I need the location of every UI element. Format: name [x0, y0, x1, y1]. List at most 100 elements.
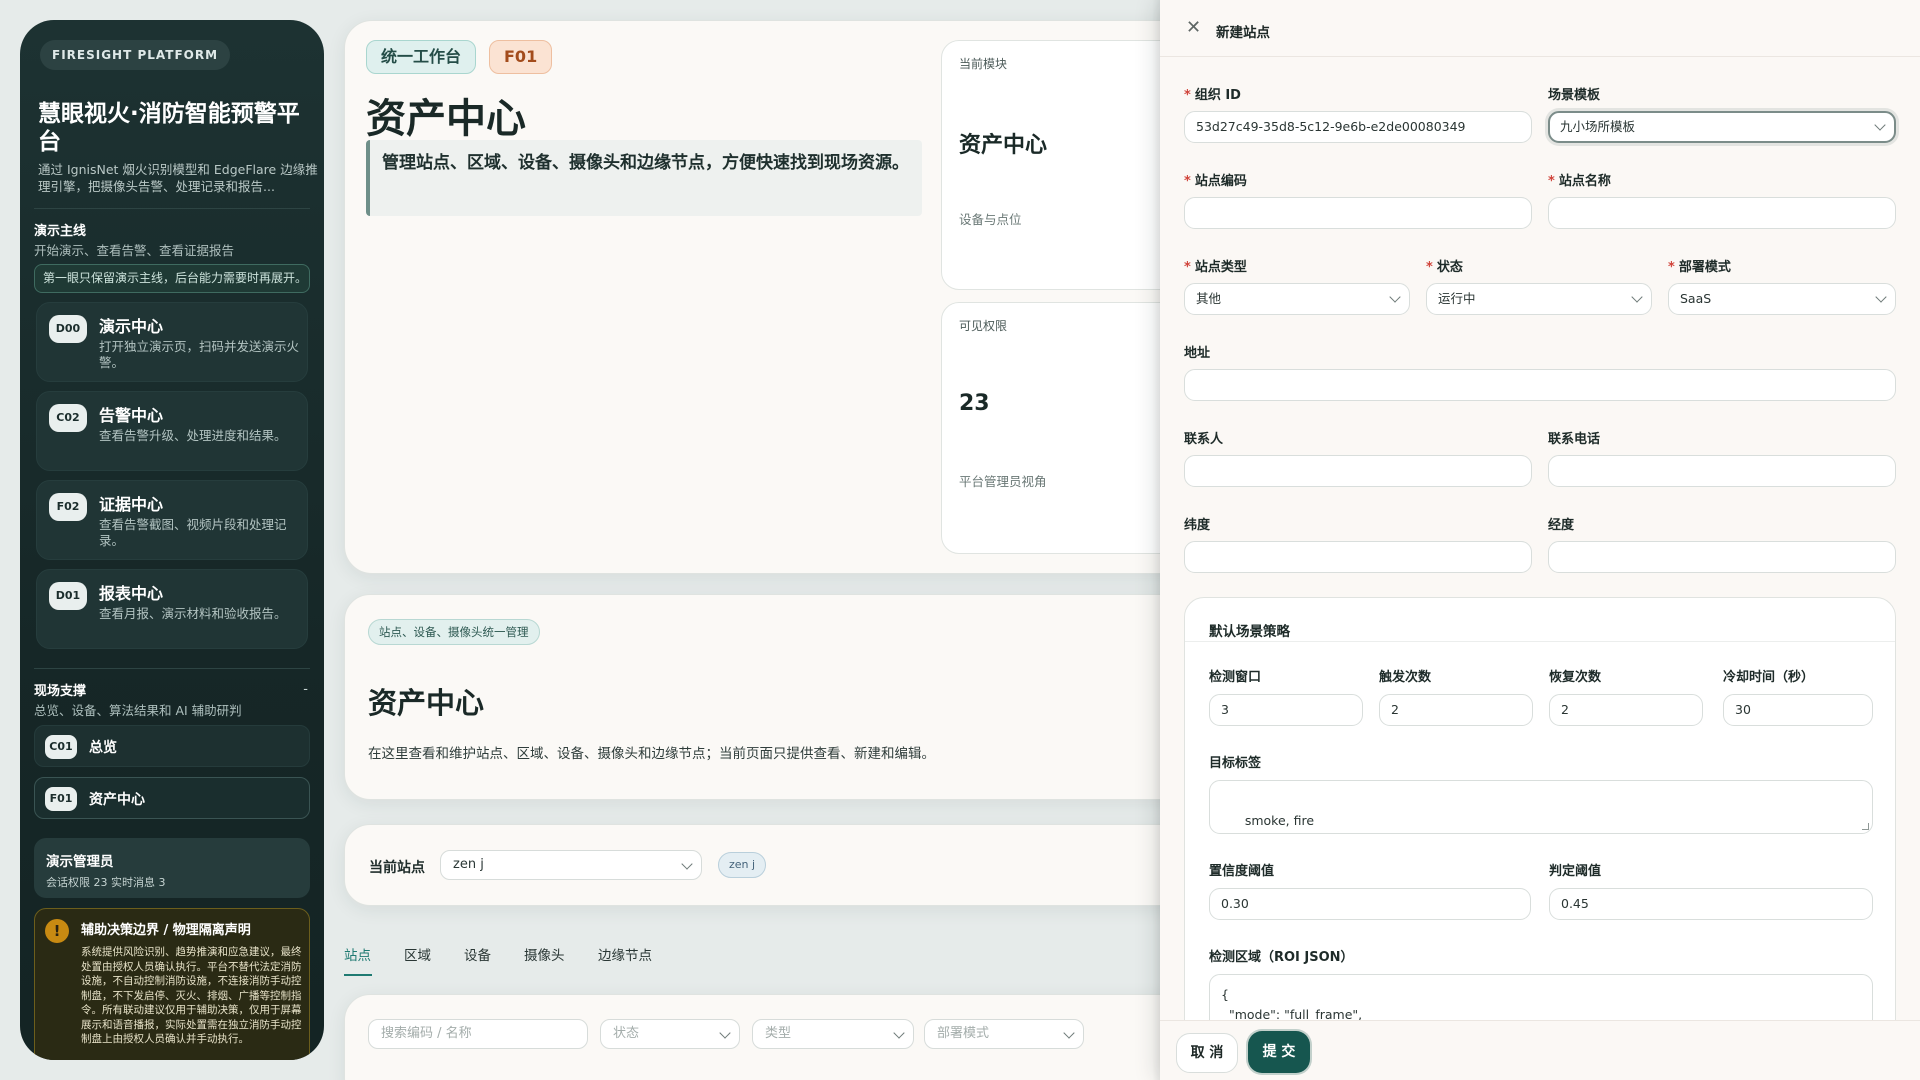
chevron-down-icon [719, 1027, 731, 1039]
module-code-chip: F01 [489, 40, 553, 74]
new-site-drawer: ✕ 新建站点 * 组织 ID 53d27c49-35d8-5c12-9e6b-e2… [1160, 0, 1920, 1080]
confidence-input[interactable]: 0.30 [1209, 888, 1531, 920]
contact-input[interactable] [1184, 455, 1532, 487]
tab-sites[interactable]: 站点 [344, 944, 371, 964]
field-section-title: 现场支撑 [34, 684, 87, 699]
site-code-label: * 站点编码 [1184, 174, 1247, 189]
chevron-down-icon [893, 1027, 905, 1039]
nav-item-overview[interactable]: C01 总览 [34, 725, 310, 767]
nav-code: C01 [45, 735, 77, 759]
site-type-value: 其他 [1196, 291, 1222, 306]
trigger-label: 触发次数 [1379, 670, 1432, 685]
tab-areas[interactable]: 区域 [404, 944, 431, 964]
user-card[interactable]: 演示管理员 会话权限 23 实时消息 3 [34, 838, 310, 898]
page-description: 管理站点、区域、设备、摄像头和边缘节点，方便快速找到现场资源。 [366, 140, 922, 216]
card-value: 23 [959, 391, 990, 416]
trigger-input[interactable]: 2 [1379, 694, 1533, 726]
status-filter-select[interactable]: 状态 [600, 1019, 740, 1049]
type-filter-select[interactable]: 类型 [752, 1019, 914, 1049]
recover-label: 恢复次数 [1549, 670, 1602, 685]
warning-icon: ! [45, 919, 69, 943]
card-value: 资产中心 [959, 133, 1048, 158]
judge-input[interactable]: 0.45 [1549, 888, 1873, 920]
strategy-divider [1185, 641, 1895, 642]
nav-item-evidence-center[interactable]: F02 证据中心 查看告警截图、视频片段和处理记录。 [36, 480, 308, 560]
nav-label: 总览 [89, 740, 117, 756]
org-id-input[interactable]: 53d27c49-35d8-5c12-9e6b-e2de00080349 [1184, 111, 1532, 143]
section-description: 在这里查看和维护站点、区域、设备、摄像头和边缘节点；当前页面只提供查看、新建和编… [368, 746, 935, 762]
address-input[interactable] [1184, 369, 1896, 401]
search-input[interactable]: 搜索编码 / 名称 [368, 1019, 588, 1049]
site-code-input[interactable] [1184, 197, 1532, 229]
nav-desc: 查看告警升级、处理进度和结果。 [99, 428, 287, 443]
chevron-down-icon [1063, 1027, 1075, 1039]
section-title: 资产中心 [368, 686, 485, 720]
cancel-button[interactable]: 取 消 [1176, 1033, 1238, 1073]
current-site-value: zen j [453, 857, 484, 872]
scene-template-label: 场景模板 [1548, 88, 1601, 103]
disclaimer-title: 辅助决策边界 / 物理隔离声明 [81, 923, 251, 938]
nav-title: 证据中心 [99, 495, 164, 514]
target-tags-value: smoke, fire [1244, 813, 1315, 828]
tab-devices[interactable]: 设备 [464, 944, 491, 964]
address-label: 地址 [1184, 346, 1211, 361]
current-site-chip: zen j [718, 852, 767, 878]
phone-input[interactable] [1548, 455, 1896, 487]
site-type-label: * 站点类型 [1184, 260, 1247, 275]
card-label: 可见权限 [959, 319, 1008, 333]
confidence-label: 置信度阈值 [1209, 864, 1275, 879]
recover-input[interactable]: 2 [1549, 694, 1703, 726]
current-site-label: 当前站点 [369, 860, 425, 876]
latitude-input[interactable] [1184, 541, 1532, 573]
longitude-label: 经度 [1548, 518, 1575, 533]
page-title: 资产中心 [366, 96, 526, 142]
nav-item-asset-center[interactable]: F01 资产中心 [34, 777, 310, 819]
site-type-select[interactable]: 其他 [1184, 283, 1410, 315]
section-tag: 站点、设备、摄像头统一管理 [368, 619, 540, 645]
nav-title: 演示中心 [99, 317, 164, 336]
window-input[interactable]: 3 [1209, 694, 1363, 726]
status-select[interactable]: 运行中 [1426, 283, 1652, 315]
tab-edge-nodes[interactable]: 边缘节点 [598, 944, 652, 964]
target-tags-label: 目标标签 [1209, 756, 1262, 771]
scene-strategy-card: 默认场景策略 检测窗口 3 触发次数 2 恢复次数 2 冷却时间（秒） 30 目… [1184, 597, 1896, 1037]
site-name-label: * 站点名称 [1548, 174, 1611, 189]
resize-handle-icon[interactable] [1862, 823, 1869, 830]
scene-template-select[interactable]: 九小场所模板 [1548, 111, 1896, 143]
deploy-mode-filter-placeholder: 部署模式 [937, 1026, 990, 1041]
close-icon[interactable]: ✕ [1186, 18, 1201, 38]
card-sub: 平台管理员视角 [959, 474, 1047, 489]
platform-title: 慧眼视火·消防智能预警平台 [38, 101, 300, 155]
cooldown-input[interactable]: 30 [1723, 694, 1873, 726]
nav-code: C02 [49, 404, 87, 432]
deploy-mode-filter-select[interactable]: 部署模式 [924, 1019, 1084, 1049]
user-name: 演示管理员 [46, 854, 114, 870]
permissions-card: 可见权限 23 平台管理员视角 [941, 302, 1181, 554]
drawer-header-divider [1160, 56, 1920, 57]
org-id-label: * 组织 ID [1184, 88, 1241, 103]
cooldown-label: 冷却时间（秒） [1723, 670, 1815, 685]
nav-code: F02 [49, 493, 87, 521]
tab-underline [344, 974, 372, 976]
current-site-select[interactable]: zen j [440, 850, 702, 880]
nav-code: F01 [45, 787, 77, 811]
tab-cameras[interactable]: 摄像头 [524, 944, 565, 964]
submit-button[interactable]: 提 交 [1248, 1031, 1310, 1073]
judge-label: 判定阈值 [1549, 864, 1602, 879]
demo-section-title: 演示主线 [34, 224, 87, 239]
nav-code: D00 [49, 315, 87, 343]
site-name-input[interactable] [1548, 197, 1896, 229]
chevron-down-icon [1389, 291, 1401, 303]
nav-item-demo-center[interactable]: D00 演示中心 打开独立演示页，扫码并发送演示火警。 [36, 302, 308, 382]
nav-item-alarm-center[interactable]: C02 告警中心 查看告警升级、处理进度和结果。 [36, 391, 308, 471]
target-tags-textarea[interactable]: smoke, fire [1209, 780, 1873, 834]
nav-desc: 查看月报、演示材料和验收报告。 [99, 606, 287, 621]
longitude-input[interactable] [1548, 541, 1896, 573]
workbench-chip: 统一工作台 [366, 40, 477, 74]
collapse-toggle[interactable]: - [303, 682, 308, 697]
phone-label: 联系电话 [1548, 432, 1601, 447]
nav-item-report-center[interactable]: D01 报表中心 查看月报、演示材料和验收报告。 [36, 569, 308, 649]
type-filter-placeholder: 类型 [765, 1026, 792, 1041]
nav-label: 资产中心 [89, 792, 145, 808]
deploy-mode-select[interactable]: SaaS [1668, 283, 1896, 315]
